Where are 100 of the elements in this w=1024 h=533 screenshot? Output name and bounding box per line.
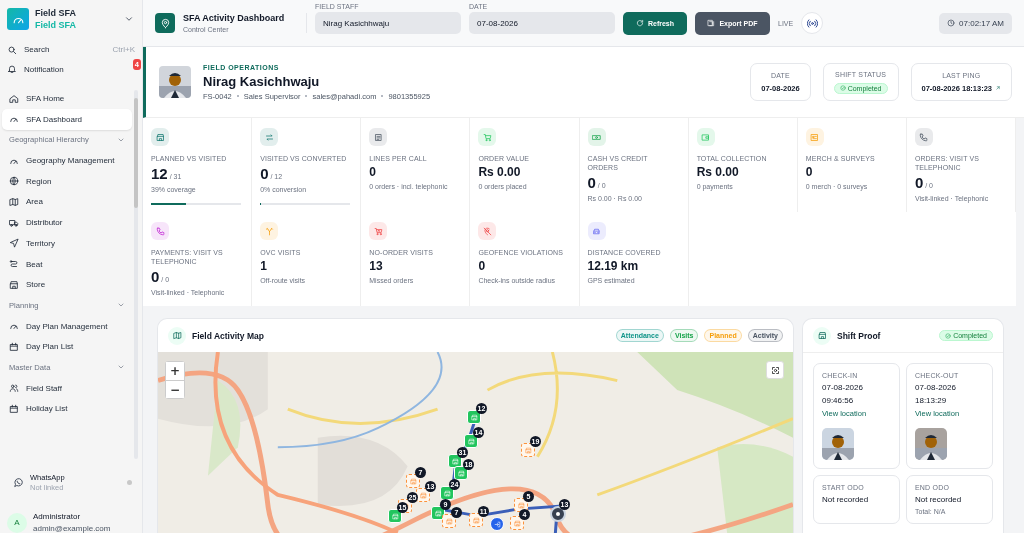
store-icon [155,132,165,142]
store-icon [451,457,459,465]
field-staff-select[interactable]: Nirag Kasichhwaju [315,12,461,34]
house-icon [9,93,19,104]
wallet-icon [701,132,711,142]
app-name: Field SFA [35,8,77,18]
store-icon [472,516,480,524]
cash-icon [592,132,601,142]
nav-item[interactable]: Day Plan Management [2,315,132,337]
navigation-icon [9,238,19,249]
metric-value: 0 [805,165,813,180]
shortcut-hint: Ctrl+K [112,45,135,55]
phone-icon [919,132,929,142]
staff-name: Nirag Kasichhwaju [203,73,321,89]
nav-item[interactable]: Distributor [2,212,132,233]
proof-time: 09:46:56 [822,396,855,405]
metric-value: 0 [369,165,376,180]
metric-value: 0 [260,165,269,183]
map-marker[interactable] [469,513,483,527]
metric-value: Rs 0.00 [478,165,521,180]
nav-item[interactable]: Geography Management [2,150,132,171]
cart-icon [482,132,492,142]
phone-icon [155,226,165,236]
user-avatar: A [7,512,27,533]
map-marker[interactable] [514,498,528,512]
search-icon [7,44,17,55]
store-icon [524,446,532,454]
nav-item[interactable]: Holiday List [2,398,132,420]
fullscreen-icon [770,365,780,375]
proof-date: 07-08-2026 [822,383,864,392]
clock-icon [947,19,956,27]
users-icon [9,383,19,394]
store-icon [9,279,19,290]
map-marker[interactable] [510,516,524,530]
map-icon [817,331,827,340]
app-subtitle: Field SFA [35,20,77,30]
store-icon [419,491,427,499]
scrollbar[interactable] [134,90,138,459]
store-icon [467,437,475,445]
card-title: Field Activity Map [192,330,265,341]
odo-value: Not recorded [915,495,963,504]
odo-value: Not recorded [822,495,870,504]
live-button[interactable] [801,12,824,34]
chevron-down-icon [124,14,134,24]
zoom-out-button[interactable]: − [166,380,184,398]
login-icon [493,520,501,528]
metric-value: 0 [914,174,924,192]
clock-time: 07:02:17 AM [959,18,1004,28]
truck-icon [9,217,19,228]
broadcast-icon [806,17,818,29]
nav-item[interactable]: SFA Dashboard [2,108,132,130]
store-icon [434,509,442,517]
document-icon [707,19,716,27]
list-icon [373,132,383,142]
date-field[interactable]: 07-08-2026 [469,12,615,34]
fullscreen-button[interactable] [766,361,784,379]
metric-value: Rs 0.00 [696,165,739,180]
metric-value: 1 [260,259,267,274]
clipboard-icon [810,132,820,142]
nav-item[interactable]: SFA Home [2,88,132,109]
search-item[interactable]: Search Ctrl+K [0,40,142,60]
fork-icon [264,226,274,236]
store-icon [391,512,399,520]
calendar-icon [9,341,19,352]
bell-icon [7,64,17,75]
store-icon [409,477,417,485]
nav-item[interactable]: Store [2,274,132,296]
map-marker[interactable] [442,514,456,528]
nav-item[interactable]: Field Staff [2,377,132,399]
card-title: Shift Proof [837,330,882,341]
metric-value: 0 [587,174,596,192]
nav-item[interactable]: Region [2,170,132,192]
map-marker[interactable] [406,474,420,488]
nav-item[interactable]: Day Plan List [2,336,132,358]
metric-value: 12 [151,165,168,183]
calendar-icon [9,403,19,414]
metric-value: 13 [369,259,383,274]
proof-time: 18:13:29 [915,396,948,405]
store-icon [445,517,453,525]
map-marker[interactable] [416,488,430,502]
check-circle-icon [839,85,846,91]
arrows-icon [264,132,274,142]
metric-value: 0 [478,259,486,274]
store-icon [470,413,478,421]
map-marker[interactable] [521,443,535,457]
store-icon [443,489,451,497]
metric-value: 12.19 km [587,259,639,274]
map-icon [9,196,19,207]
store-icon [513,519,521,527]
nav-item[interactable]: Territory [2,232,132,254]
location-off-icon [482,226,492,236]
refresh-icon [635,19,644,27]
nav-item[interactable]: Area [2,191,132,213]
metric-value: 0 [151,268,160,286]
proof-date: 07-08-2026 [915,383,957,392]
store-icon [517,501,525,509]
globe-icon [9,176,19,187]
nav-item[interactable]: Beat [2,253,132,275]
map-icon [172,331,182,340]
user-name: Administrator [33,512,82,521]
